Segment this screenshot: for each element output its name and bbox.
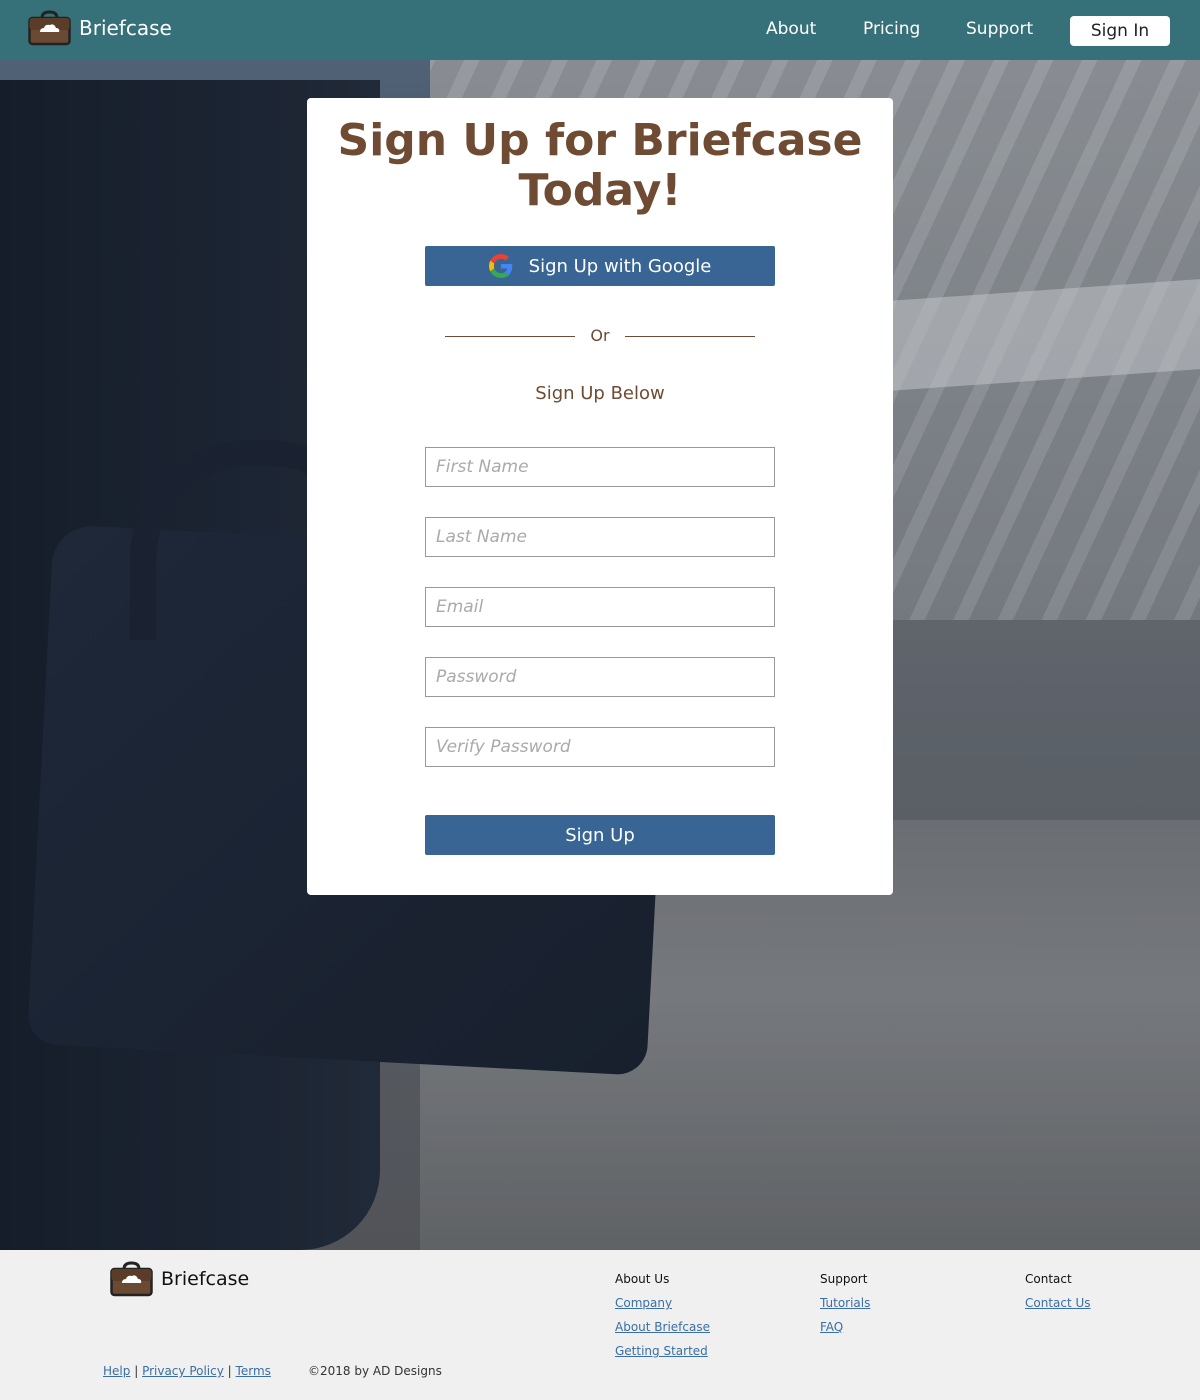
footer-link-terms[interactable]: Terms <box>236 1364 271 1378</box>
page-footer: Briefcase About Us Company About Briefca… <box>0 1250 1200 1400</box>
footer-link-contact-us[interactable]: Contact Us <box>1025 1296 1091 1310</box>
footer-legal-links: Help | Privacy Policy | Terms <box>103 1364 271 1378</box>
signup-title: Sign Up for Briefcase Today! <box>337 115 863 216</box>
footer-link-about-briefcase[interactable]: About Briefcase <box>615 1320 710 1334</box>
footer-heading-about: About Us <box>615 1272 670 1286</box>
footer-heading-contact: Contact <box>1025 1272 1072 1286</box>
top-navbar: Briefcase About Pricing Support Sign In <box>0 0 1200 60</box>
footer-column-support: Support Tutorials FAQ <box>820 1272 870 1344</box>
legal-separator: | <box>227 1364 232 1378</box>
footer-brand[interactable]: Briefcase <box>110 1261 249 1297</box>
footer-copyright: ©2018 by AD Designs <box>308 1364 442 1378</box>
google-g-icon <box>488 254 512 278</box>
nav-link-pricing[interactable]: Pricing <box>863 19 920 39</box>
google-signup-label: Sign Up with Google <box>528 255 712 277</box>
signup-subheading: Sign Up Below <box>535 383 665 404</box>
divider-line-right <box>625 336 755 337</box>
legal-separator: | <box>134 1364 139 1378</box>
footer-link-privacy-policy[interactable]: Privacy Policy <box>142 1364 224 1378</box>
sign-in-button[interactable]: Sign In <box>1070 16 1170 46</box>
footer-heading-support: Support <box>820 1272 868 1286</box>
divider-line-left <box>445 336 575 337</box>
footer-link-tutorials[interactable]: Tutorials <box>820 1296 870 1310</box>
footer-link-company[interactable]: Company <box>615 1296 710 1310</box>
sign-up-submit-button[interactable]: Sign Up <box>425 815 775 855</box>
divider-or-text: Or <box>590 326 610 345</box>
briefcase-cloud-icon <box>28 10 71 46</box>
footer-column-about: About Us Company About Briefcase Getting… <box>615 1272 710 1368</box>
footer-brand-name: Briefcase <box>161 1268 250 1290</box>
last-name-field[interactable] <box>425 517 775 557</box>
briefcase-cloud-icon <box>110 1261 153 1297</box>
footer-column-contact: Contact Contact Us <box>1025 1272 1091 1320</box>
nav-link-support[interactable]: Support <box>966 19 1033 39</box>
footer-link-faq[interactable]: FAQ <box>820 1320 870 1334</box>
footer-link-help[interactable]: Help <box>103 1364 130 1378</box>
email-field[interactable] <box>425 587 775 627</box>
password-field[interactable] <box>425 657 775 697</box>
brand-logo-link[interactable]: Briefcase <box>28 10 172 46</box>
google-signup-button[interactable]: Sign Up with Google <box>425 246 775 286</box>
signup-card: Sign Up for Briefcase Today! Sign Up wit… <box>307 98 893 895</box>
footer-link-getting-started[interactable]: Getting Started <box>615 1344 710 1358</box>
first-name-field[interactable] <box>425 447 775 487</box>
nav-link-about[interactable]: About <box>766 19 816 39</box>
verify-password-field[interactable] <box>425 727 775 767</box>
brand-name: Briefcase <box>79 16 172 40</box>
